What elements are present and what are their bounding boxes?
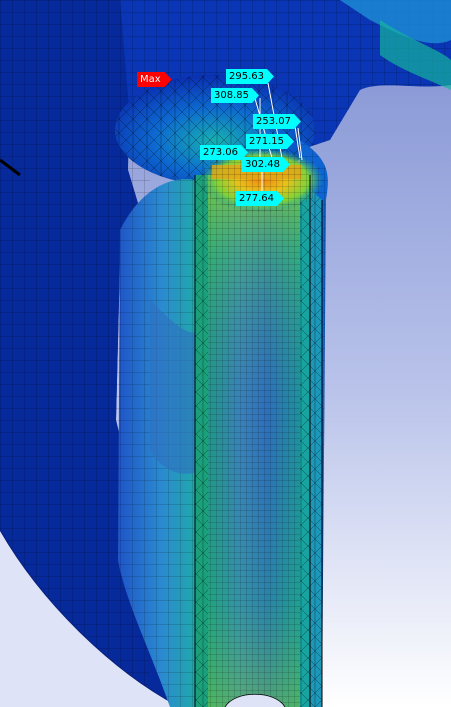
max-marker[interactable]: Max (137, 72, 172, 87)
probe-label[interactable]: 273.06 (200, 145, 248, 160)
probe-label[interactable]: 277.64 (236, 191, 284, 206)
probe-label[interactable]: 295.63 (226, 69, 274, 84)
probe-label[interactable]: 302.48 (242, 157, 290, 172)
mesh-render (0, 0, 451, 707)
probe-label[interactable]: 308.85 (211, 88, 259, 103)
probe-label[interactable]: 253.07 (253, 114, 301, 129)
fea-result-viewport[interactable]: Max 295.63 308.85 253.07 271.15 273.06 3… (0, 0, 451, 707)
probe-label[interactable]: 271.15 (246, 134, 294, 149)
